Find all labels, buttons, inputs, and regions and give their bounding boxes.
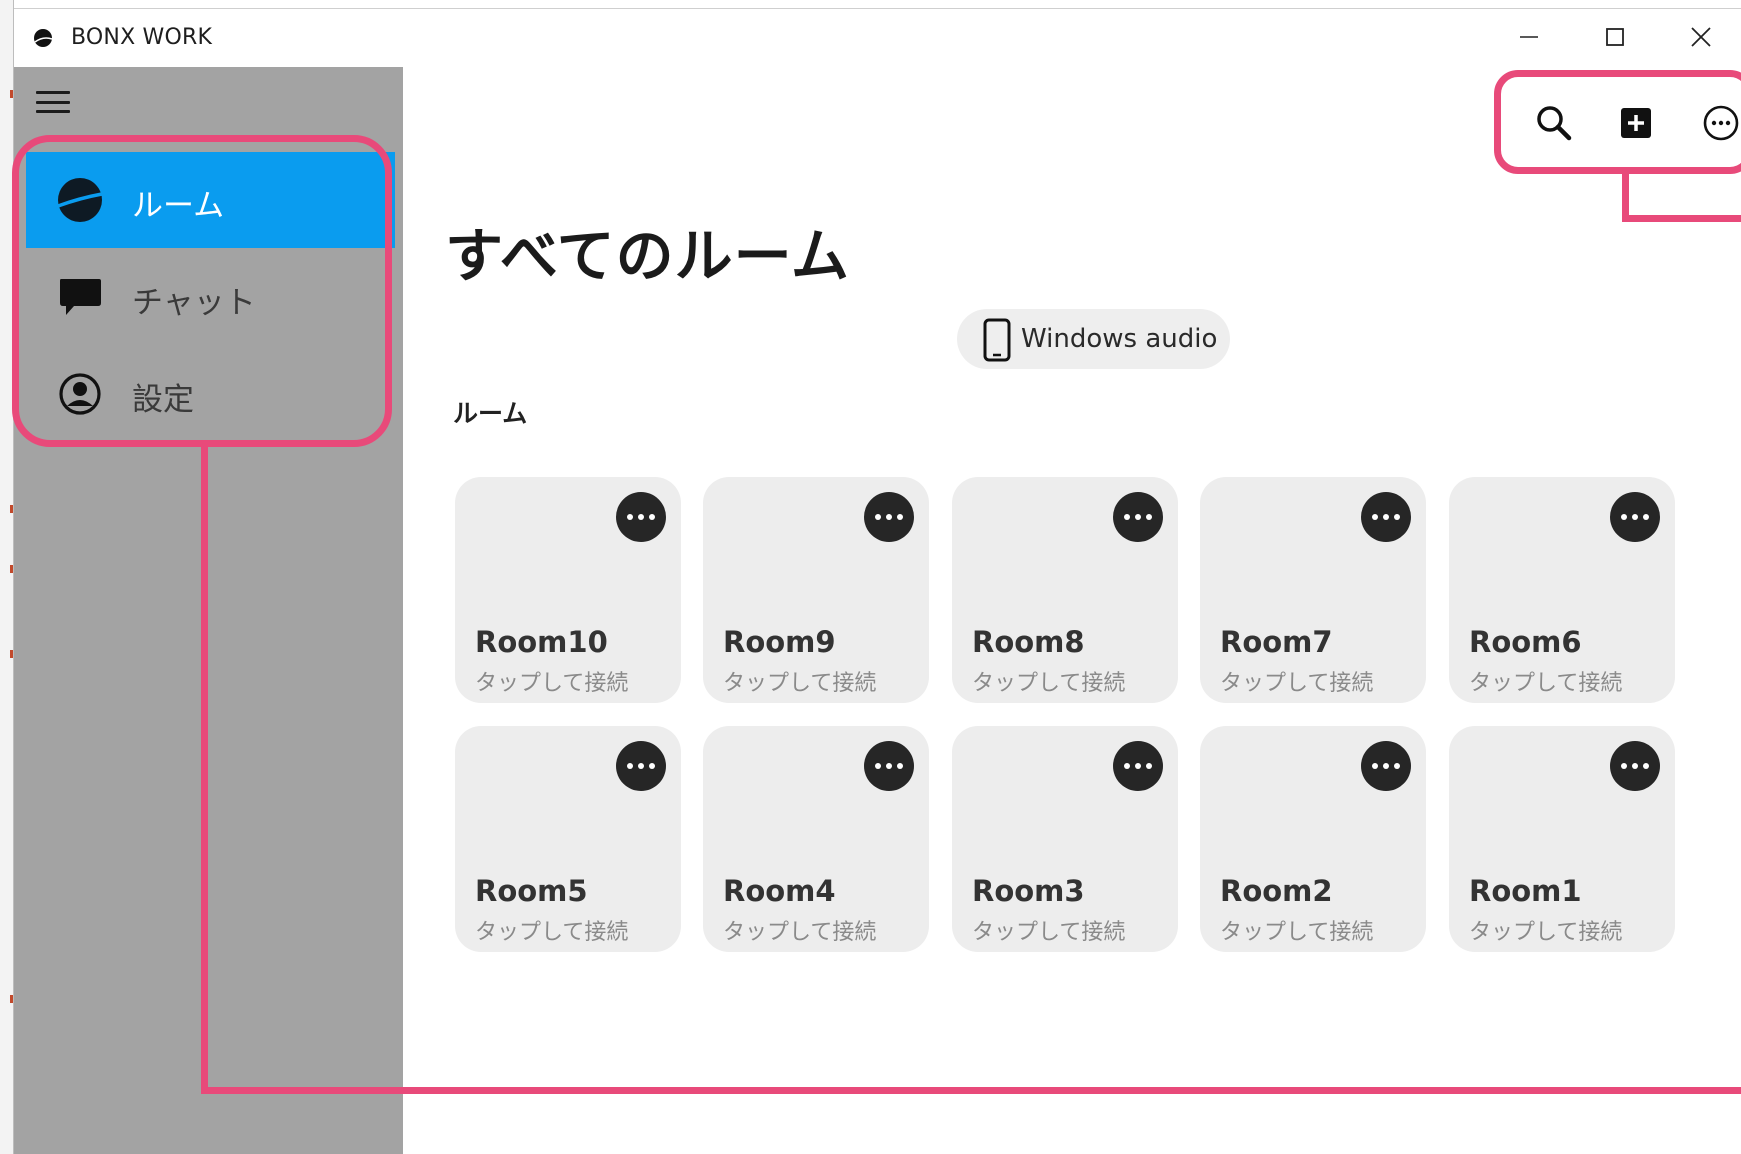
- room-name: Room4: [723, 874, 836, 908]
- screenshot: BONX WORK ルーム チャット 設定 すべてのルーム Windows au…: [0, 0, 1741, 1154]
- title-bar[interactable]: BONX WORK: [14, 9, 1741, 65]
- room-card-room4[interactable]: Room4 タップして接続: [703, 726, 929, 952]
- room-status: タップして接続: [723, 920, 877, 945]
- user-circle-icon: [59, 373, 101, 415]
- sidebar-item-label: チャット: [132, 285, 256, 321]
- maximize-button[interactable]: [1572, 9, 1658, 65]
- minimize-icon: [1520, 36, 1538, 38]
- maximize-icon: [1606, 28, 1624, 46]
- room-name: Room5: [475, 874, 588, 908]
- more-circle-icon: [1703, 105, 1739, 141]
- sidebar: ルーム チャット 設定: [14, 67, 403, 1154]
- more-options-button[interactable]: [1693, 95, 1741, 151]
- room-status: タップして接続: [972, 920, 1126, 945]
- audio-device-label: Windows audio: [1021, 324, 1218, 354]
- chat-bubble-icon: [60, 279, 101, 315]
- sidebar-item-label: ルーム: [132, 188, 225, 224]
- rooms-icon: [57, 178, 103, 222]
- room-status: タップして接続: [1220, 920, 1374, 945]
- room-more-button[interactable]: [1361, 492, 1411, 542]
- room-more-button[interactable]: [1113, 741, 1163, 791]
- room-card-room5[interactable]: Room5 タップして接続: [455, 726, 681, 952]
- room-name: Room6: [1469, 625, 1582, 659]
- close-icon: [1691, 27, 1711, 47]
- add-room-button[interactable]: [1608, 95, 1664, 151]
- room-status: タップして接続: [972, 671, 1126, 696]
- room-status: タップして接続: [723, 671, 877, 696]
- sidebar-item-rooms[interactable]: ルーム: [26, 152, 395, 248]
- room-card-room6[interactable]: Room6 タップして接続: [1449, 477, 1675, 703]
- room-status: タップして接続: [1220, 671, 1374, 696]
- search-button[interactable]: [1526, 95, 1582, 151]
- hamburger-menu-button[interactable]: [36, 87, 70, 117]
- room-name: Room7: [1220, 625, 1333, 659]
- main-content: すべてのルーム Windows audio ルーム Room10 タップして接続…: [403, 67, 1741, 1154]
- room-more-button[interactable]: [864, 492, 914, 542]
- room-name: Room10: [475, 625, 608, 659]
- minimize-button[interactable]: [1486, 9, 1572, 65]
- window-title: BONX WORK: [71, 25, 213, 50]
- hamburger-icon: [36, 91, 70, 94]
- room-more-button[interactable]: [1610, 492, 1660, 542]
- room-name: Room9: [723, 625, 836, 659]
- audio-device-button[interactable]: Windows audio: [957, 309, 1230, 369]
- room-card-room8[interactable]: Room8 タップして接続: [952, 477, 1178, 703]
- room-name: Room2: [1220, 874, 1333, 908]
- close-button[interactable]: [1658, 9, 1741, 65]
- search-icon: [1537, 106, 1572, 141]
- room-card-room7[interactable]: Room7 タップして接続: [1200, 477, 1426, 703]
- sidebar-item-chat[interactable]: チャット: [26, 249, 395, 345]
- room-more-button[interactable]: [1610, 741, 1660, 791]
- room-status: タップして接続: [475, 920, 629, 945]
- app-window: BONX WORK ルーム チャット 設定 すべてのルーム Windows au…: [14, 8, 1741, 1154]
- room-more-button[interactable]: [1361, 741, 1411, 791]
- sidebar-item-label: 設定: [132, 382, 194, 418]
- bonx-logo-icon: [34, 29, 53, 47]
- room-more-button[interactable]: [1113, 492, 1163, 542]
- room-card-room10[interactable]: Room10 タップして接続: [455, 477, 681, 703]
- room-card-room3[interactable]: Room3 タップして接続: [952, 726, 1178, 952]
- room-name: Room8: [972, 625, 1085, 659]
- add-square-icon: [1621, 108, 1651, 138]
- room-more-button[interactable]: [616, 741, 666, 791]
- room-card-room1[interactable]: Room1 タップして接続: [1449, 726, 1675, 952]
- room-more-button[interactable]: [616, 492, 666, 542]
- page-title: すべてのルーム: [445, 222, 850, 290]
- room-card-room9[interactable]: Room9 タップして接続: [703, 477, 929, 703]
- sidebar-item-settings[interactable]: 設定: [26, 346, 395, 442]
- phone-icon: [983, 318, 1011, 362]
- room-status: タップして接続: [1469, 671, 1623, 696]
- room-card-room2[interactable]: Room2 タップして接続: [1200, 726, 1426, 952]
- room-status: タップして接続: [1469, 920, 1623, 945]
- section-heading: ルーム: [453, 399, 528, 428]
- room-name: Room1: [1469, 874, 1582, 908]
- room-more-button[interactable]: [864, 741, 914, 791]
- desktop-edge: [0, 0, 14, 1154]
- room-status: タップして接続: [475, 671, 629, 696]
- room-name: Room3: [972, 874, 1085, 908]
